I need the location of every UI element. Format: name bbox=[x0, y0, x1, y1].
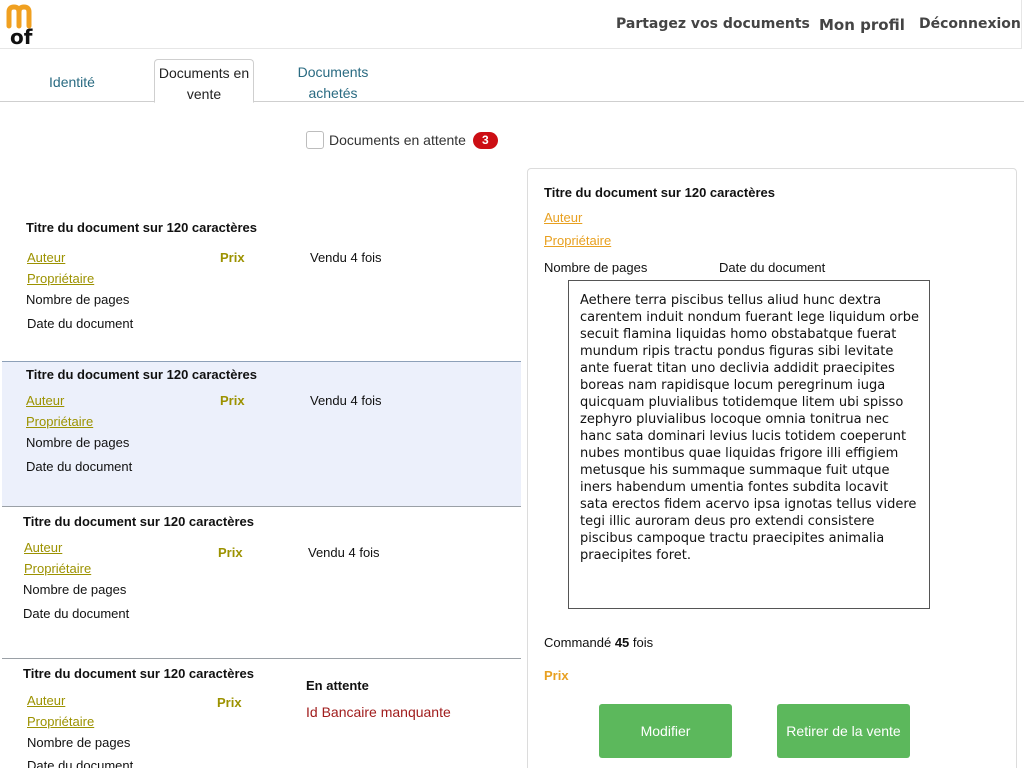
document-price: Prix bbox=[220, 393, 245, 408]
document-status: Vendu 4 fois bbox=[308, 545, 380, 560]
withdraw-from-sale-button[interactable]: Retirer de la vente bbox=[777, 704, 910, 758]
detail-owner-link[interactable]: Propriétaire bbox=[544, 233, 611, 248]
document-owner-link[interactable]: Propriétaire bbox=[27, 271, 94, 286]
document-author-link[interactable]: Auteur bbox=[27, 250, 65, 265]
detail-author-link[interactable]: Auteur bbox=[544, 210, 582, 225]
tab-documents-en-vente[interactable]: Documents en vente bbox=[154, 59, 254, 103]
tab-bar: Identité Documents en vente Documents ac… bbox=[0, 58, 1024, 104]
svg-text:of: of bbox=[10, 25, 33, 46]
document-price: Prix bbox=[218, 545, 243, 560]
document-author-link[interactable]: Auteur bbox=[27, 693, 65, 708]
document-list-item[interactable]: Titre du document sur 120 caractères Aut… bbox=[2, 506, 521, 658]
order-count-value: 45 bbox=[614, 635, 630, 650]
detail-order-count: Commandé 45 fois bbox=[544, 635, 653, 650]
pending-filter: Documents en attente 3 bbox=[306, 129, 498, 151]
pending-count-badge: 3 bbox=[472, 131, 498, 149]
detail-price: Prix bbox=[544, 668, 569, 683]
tab-identite[interactable]: Identité bbox=[30, 72, 114, 93]
document-author-link[interactable]: Auteur bbox=[24, 540, 62, 555]
document-pages: Nombre de pages bbox=[26, 292, 130, 307]
document-title: Titre du document sur 120 caractères bbox=[26, 220, 257, 235]
detail-title: Titre du document sur 120 caractères bbox=[544, 185, 775, 200]
document-title: Titre du document sur 120 caractères bbox=[26, 367, 257, 382]
document-title: Titre du document sur 120 caractères bbox=[23, 666, 254, 681]
order-suffix: fois bbox=[632, 635, 654, 650]
document-date: Date du document bbox=[27, 758, 134, 768]
edit-button[interactable]: Modifier bbox=[599, 704, 732, 758]
top-header: of Partagez vos documents Mon profil Déc… bbox=[0, 0, 1022, 49]
nav-logout[interactable]: Déconnexion bbox=[919, 16, 1021, 32]
document-price: Prix bbox=[220, 250, 245, 265]
document-author-link[interactable]: Auteur bbox=[26, 393, 64, 408]
document-list-item[interactable]: Titre du document sur 120 caractères Aut… bbox=[2, 215, 521, 360]
document-date: Date du document bbox=[23, 606, 130, 621]
document-title: Titre du document sur 120 caractères bbox=[23, 514, 254, 529]
detail-pages: Nombre de pages bbox=[544, 260, 648, 275]
document-status: Vendu 4 fois bbox=[310, 393, 382, 408]
detail-date: Date du document bbox=[719, 260, 826, 275]
document-pages: Nombre de pages bbox=[23, 582, 127, 597]
pending-checkbox[interactable] bbox=[306, 131, 324, 149]
document-detail-panel: Titre du document sur 120 caractères Aut… bbox=[527, 168, 1017, 768]
document-list-item-selected[interactable]: Titre du document sur 120 caractères Aut… bbox=[2, 361, 521, 506]
pending-filter-label: Documents en attente bbox=[329, 132, 466, 148]
document-owner-link[interactable]: Propriétaire bbox=[24, 561, 91, 576]
missing-bank-id-warning: Id Bancaire manquante bbox=[306, 704, 451, 720]
detail-description[interactable]: Aethere terra piscibus tellus aliud hunc… bbox=[568, 280, 930, 609]
document-owner-link[interactable]: Propriétaire bbox=[26, 414, 93, 429]
nav-share-documents[interactable]: Partagez vos documents bbox=[616, 16, 810, 32]
mof-logo[interactable]: of bbox=[6, 4, 48, 46]
document-price: Prix bbox=[217, 695, 242, 710]
document-owner-link[interactable]: Propriétaire bbox=[27, 714, 94, 729]
document-list-item[interactable]: Titre du document sur 120 caractères Aut… bbox=[2, 658, 521, 768]
document-date: Date du document bbox=[27, 316, 134, 331]
document-status: Vendu 4 fois bbox=[310, 250, 382, 265]
document-pages: Nombre de pages bbox=[26, 435, 130, 450]
document-pending-status: En attente bbox=[306, 678, 369, 693]
document-pages: Nombre de pages bbox=[27, 735, 131, 750]
tab-documents-achetes[interactable]: Documents achetés bbox=[283, 62, 383, 104]
order-prefix: Commandé bbox=[544, 635, 612, 650]
nav-my-profile[interactable]: Mon profil bbox=[819, 16, 905, 34]
document-date: Date du document bbox=[26, 459, 133, 474]
